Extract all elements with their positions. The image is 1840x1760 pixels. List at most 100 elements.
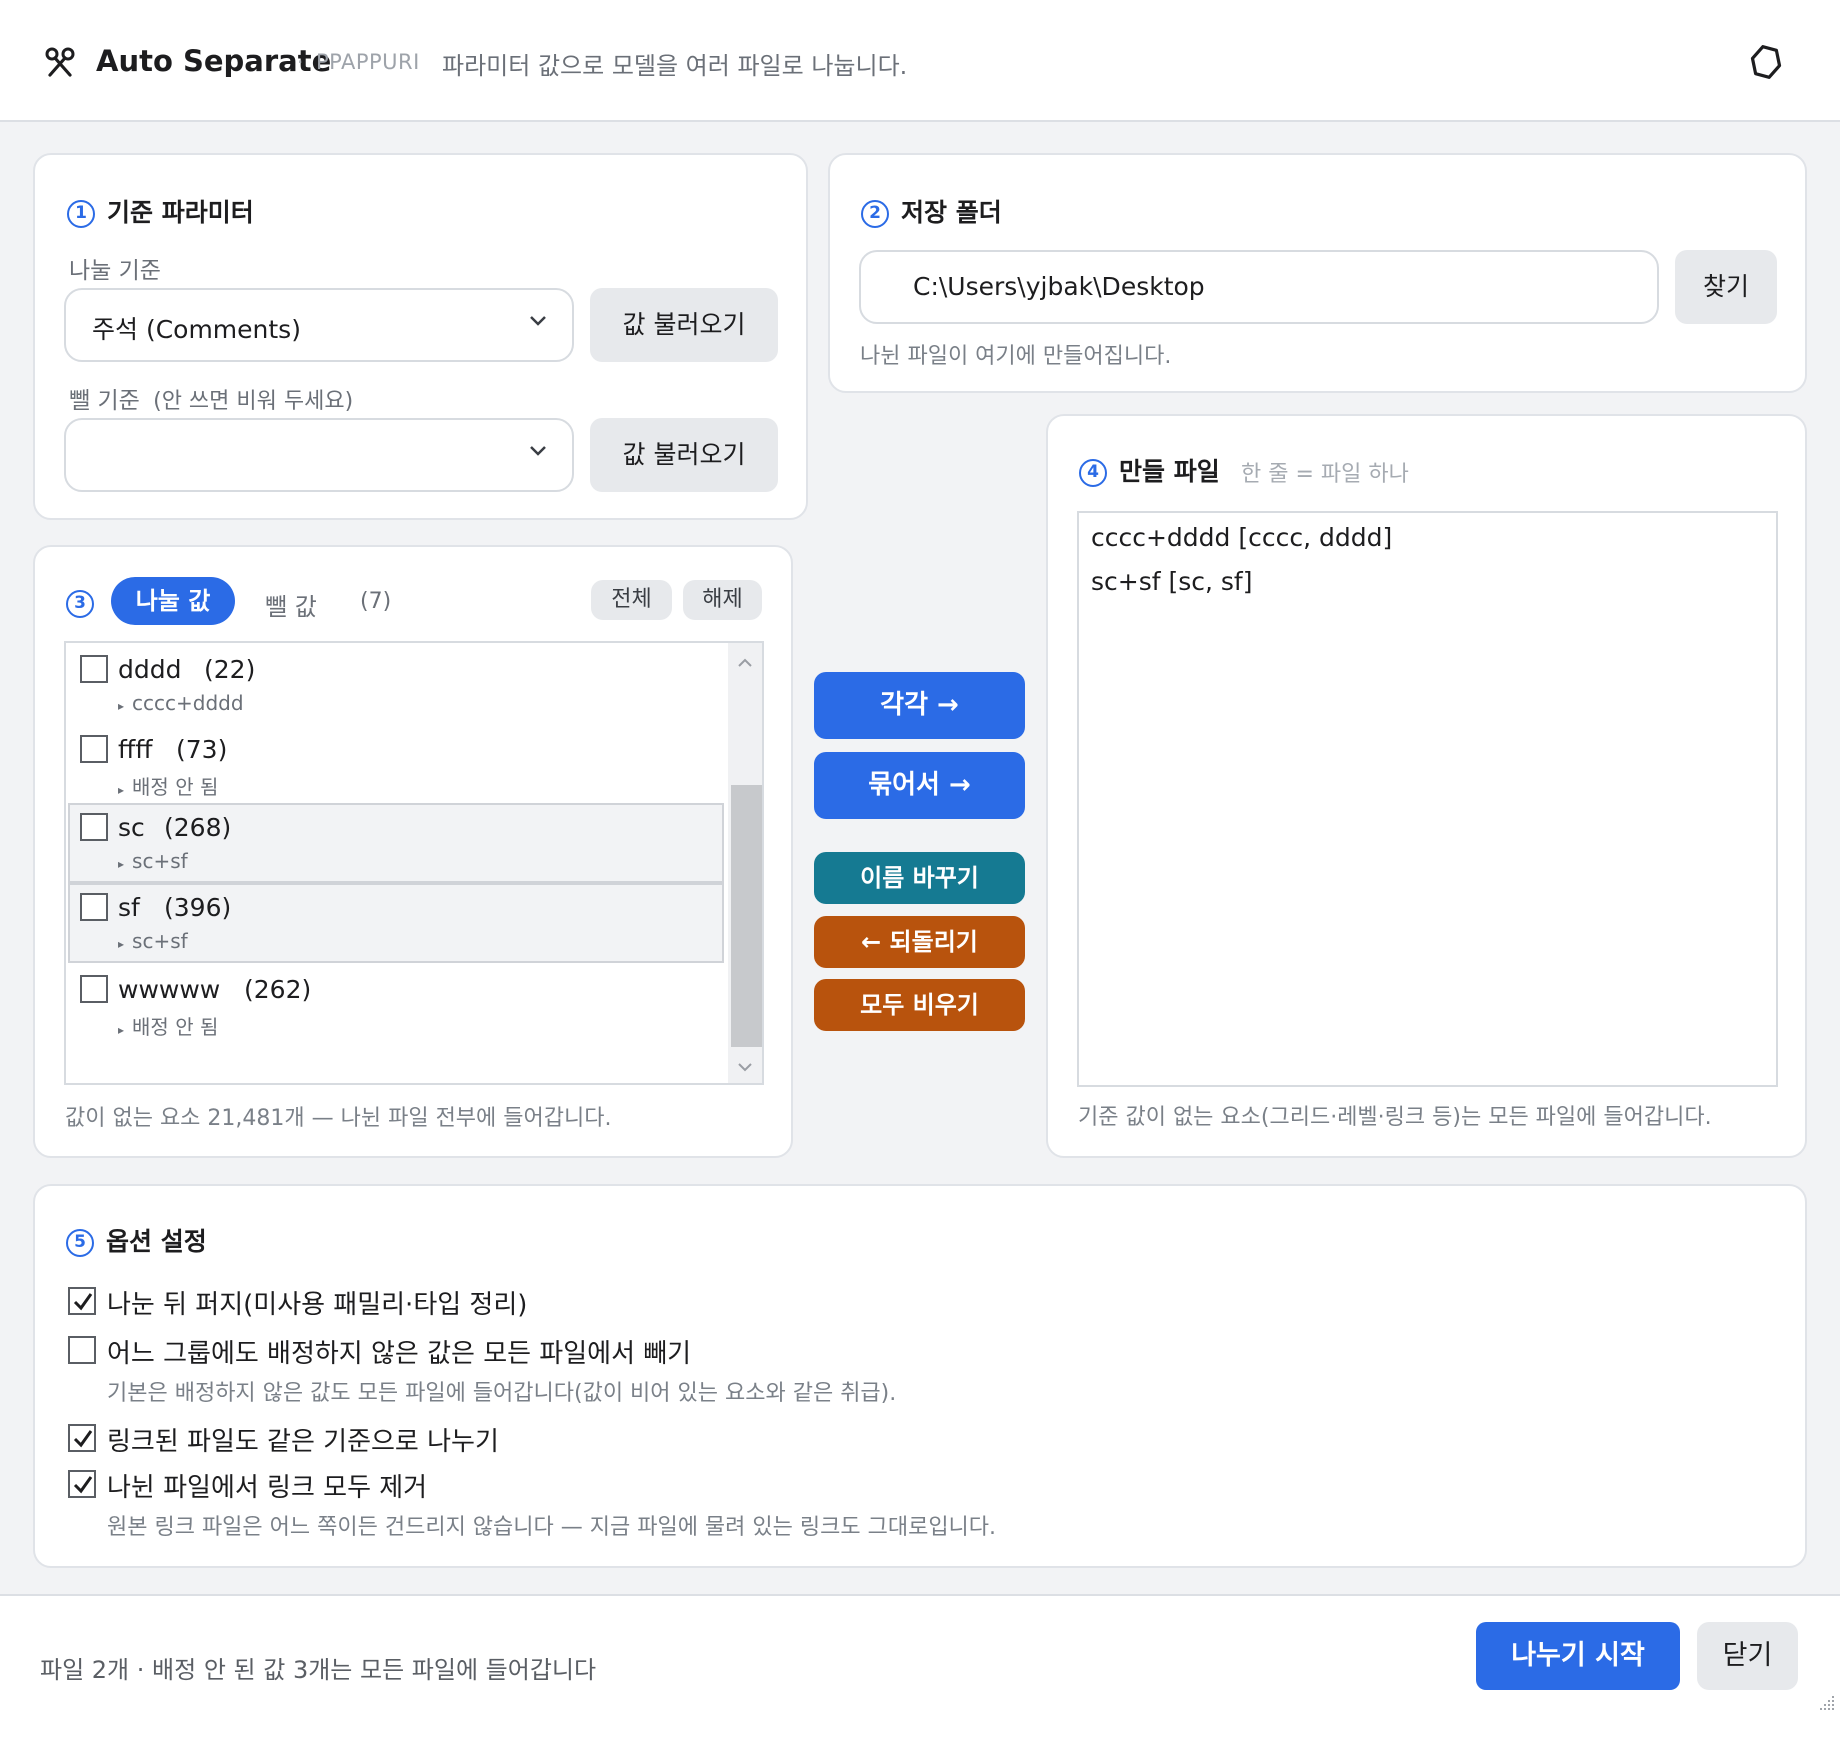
remove-links-hint: 원본 링크 파일은 어느 쪽이든 건드리지 않습니다 — 지금 파일에 물려 있… bbox=[107, 1515, 997, 1540]
settings-icon[interactable] bbox=[1748, 44, 1784, 80]
status-summary: 파일 2개 · 배정 안 된 값 3개는 모든 파일에 들어갑니다 bbox=[40, 1656, 597, 1684]
item-name: dddd bbox=[118, 655, 182, 684]
scroll-up-icon[interactable] bbox=[737, 657, 753, 669]
value-count: (7) bbox=[360, 589, 392, 614]
resize-grip-icon[interactable] bbox=[1814, 1690, 1836, 1712]
item-count: (73) bbox=[176, 735, 228, 764]
exclude-unassigned-checkbox[interactable] bbox=[68, 1336, 96, 1364]
app-title: Auto Separate bbox=[96, 44, 332, 78]
purge-option-label: 나눈 뒤 퍼지(미사용 패밀리·타입 정리) bbox=[107, 1290, 528, 1320]
item-checkbox[interactable] bbox=[80, 735, 108, 763]
item-checkbox[interactable] bbox=[80, 975, 108, 1003]
item-name: sc bbox=[118, 813, 145, 842]
item-assignment: ▸ sc+sf bbox=[118, 929, 188, 953]
exclude-criterion-select[interactable] bbox=[64, 418, 574, 492]
item-name: wwwww bbox=[118, 975, 221, 1004]
list-item[interactable]: ffff (73) ▸ 배정 안 됨 bbox=[66, 723, 732, 803]
step-number: 1 bbox=[67, 200, 95, 228]
split-linked-checkbox[interactable] bbox=[68, 1424, 96, 1452]
close-button[interactable]: 닫기 bbox=[1697, 1622, 1798, 1690]
caret-right-icon: ▸ bbox=[118, 1023, 125, 1037]
exclude-criterion-label: 뺄 기준 (안 쓰면 비워 두세요) bbox=[69, 388, 354, 414]
check-icon bbox=[73, 1476, 93, 1494]
caret-right-icon: ▸ bbox=[118, 699, 125, 713]
step-number: 5 bbox=[66, 1229, 94, 1257]
check-icon bbox=[73, 1293, 93, 1311]
split-criterion-value: 주석 (Comments) bbox=[92, 315, 301, 344]
exclude-unassigned-hint: 기본은 배정하지 않은 값도 모든 파일에 들어갑니다(값이 비어 있는 요소와… bbox=[107, 1381, 897, 1406]
value-list[interactable]: dddd (22) ▸ cccc+dddd ffff (73) ▸ 배정 안 됨 s… bbox=[64, 641, 764, 1085]
step-number: 3 bbox=[66, 590, 94, 618]
brand-name: PPAPPURI bbox=[316, 50, 420, 74]
scissors-tool-icon bbox=[45, 47, 75, 77]
step-number: 2 bbox=[861, 200, 889, 228]
save-path-value: C:\Users\yjbak\Desktop bbox=[913, 272, 1205, 301]
item-assignment: ▸ 배정 안 됨 bbox=[118, 1015, 219, 1039]
list-scrollbar[interactable] bbox=[728, 643, 762, 1083]
caret-right-icon: ▸ bbox=[118, 783, 125, 797]
split-linked-option-label: 링크된 파일도 같은 기준으로 나누기 bbox=[107, 1427, 499, 1457]
list-item[interactable]: dddd (22) ▸ cccc+dddd bbox=[66, 643, 732, 723]
app-description: 파라미터 값으로 모델을 여러 파일로 나눕니다. bbox=[442, 52, 908, 80]
exclude-unassigned-option-label: 어느 그룹에도 배정하지 않은 값은 모든 파일에서 빼기 bbox=[107, 1339, 692, 1369]
output-files-textarea[interactable]: cccc+dddd [cccc, dddd] sc+sf [sc, sf] bbox=[1077, 511, 1778, 1087]
item-count: (22) bbox=[204, 655, 256, 684]
save-path-input[interactable]: C:\Users\yjbak\Desktop bbox=[859, 250, 1659, 324]
item-assignment: ▸ sc+sf bbox=[118, 849, 188, 873]
undo-button[interactable]: ← 되돌리기 bbox=[814, 916, 1025, 968]
load-values-button[interactable]: 값 불러오기 bbox=[590, 288, 778, 362]
item-name: sf bbox=[118, 893, 140, 922]
no-value-footnote: 값이 없는 요소 21,481개 — 나뉜 파일 전부에 들어갑니다. bbox=[65, 1106, 612, 1131]
split-values-card: 3 나눌 값 뺄 값 (7) 전체 해제 dddd (22) ▸ cccc+ddd… bbox=[33, 545, 793, 1158]
rename-button[interactable]: 이름 바꾸기 bbox=[814, 852, 1025, 904]
start-split-button[interactable]: 나누기 시작 bbox=[1476, 1622, 1680, 1690]
section-title: 저장 폴더 bbox=[901, 198, 1002, 227]
options-card: 5 옵션 설정 나눈 뒤 퍼지(미사용 패밀리·타입 정리) 어느 그룹에도 배… bbox=[33, 1184, 1807, 1568]
chevron-down-icon bbox=[530, 446, 546, 456]
scroll-down-icon[interactable] bbox=[737, 1061, 753, 1073]
title-separator: · bbox=[297, 50, 304, 74]
save-folder-hint: 나뉜 파일이 여기에 만들어집니다. bbox=[860, 344, 1172, 369]
each-button[interactable]: 각각 → bbox=[814, 672, 1025, 739]
item-count: (262) bbox=[244, 975, 312, 1004]
item-count: (268) bbox=[164, 813, 232, 842]
section-subtitle: 한 줄 = 파일 하나 bbox=[1241, 462, 1409, 487]
output-footnote: 기준 값이 없는 요소(그리드·레벨·링크 등)는 모든 파일에 들어갑니다. bbox=[1078, 1105, 1712, 1130]
header-bar: Auto Separate · PPAPPURI 파라미터 값으로 모델을 여러… bbox=[0, 0, 1840, 122]
purge-checkbox[interactable] bbox=[68, 1287, 96, 1315]
output-line: sc+sf [sc, sf] bbox=[1091, 567, 1253, 596]
base-parameter-card: 1 기준 파라미터 나눌 기준 주석 (Comments) 값 불러오기 뺄 기… bbox=[33, 153, 808, 520]
remove-links-checkbox[interactable] bbox=[68, 1470, 96, 1498]
group-button[interactable]: 묶어서 → bbox=[814, 752, 1025, 819]
item-name: ffff bbox=[118, 735, 153, 764]
split-criterion-select[interactable]: 주석 (Comments) bbox=[64, 288, 574, 362]
tab-exclude-values[interactable]: 뺄 값 bbox=[265, 587, 317, 622]
step-number: 4 bbox=[1079, 459, 1107, 487]
exclude-criterion-hint: (안 쓰면 비워 두세요) bbox=[153, 389, 354, 414]
item-assignment: ▸ 배정 안 됨 bbox=[118, 775, 219, 799]
load-exclude-values-button[interactable]: 값 불러오기 bbox=[590, 418, 778, 492]
item-assignment: ▸ cccc+dddd bbox=[118, 691, 244, 715]
list-item-selected[interactable]: sc (268) ▸ sc+sf bbox=[68, 803, 724, 883]
select-all-button[interactable]: 전체 bbox=[591, 580, 672, 620]
tab-split-values[interactable]: 나눌 값 bbox=[111, 577, 235, 625]
caret-right-icon: ▸ bbox=[118, 937, 125, 951]
check-icon bbox=[73, 1430, 93, 1448]
scrollbar-thumb[interactable] bbox=[731, 785, 762, 1047]
clear-all-button[interactable]: 모두 비우기 bbox=[814, 979, 1025, 1031]
item-checkbox[interactable] bbox=[80, 813, 108, 841]
list-item[interactable]: wwwww (262) ▸ 배정 안 됨 bbox=[66, 963, 732, 1043]
item-checkbox[interactable] bbox=[80, 893, 108, 921]
deselect-all-button[interactable]: 해제 bbox=[683, 580, 762, 620]
output-files-card: 4 만들 파일 한 줄 = 파일 하나 cccc+dddd [cccc, ddd… bbox=[1046, 414, 1807, 1158]
item-checkbox[interactable] bbox=[80, 655, 108, 683]
footer-bar: 파일 2개 · 배정 안 된 값 3개는 모든 파일에 들어갑니다 나누기 시작… bbox=[0, 1594, 1840, 1760]
caret-right-icon: ▸ bbox=[118, 857, 125, 871]
browse-button[interactable]: 찾기 bbox=[1675, 250, 1777, 324]
section-title: 기준 파라미터 bbox=[107, 198, 254, 227]
chevron-down-icon bbox=[530, 316, 546, 326]
item-count: (396) bbox=[164, 893, 232, 922]
list-item-selected[interactable]: sf (396) ▸ sc+sf bbox=[68, 883, 724, 963]
output-line: cccc+dddd [cccc, dddd] bbox=[1091, 523, 1393, 552]
section-title: 옵션 설정 bbox=[106, 1227, 207, 1256]
